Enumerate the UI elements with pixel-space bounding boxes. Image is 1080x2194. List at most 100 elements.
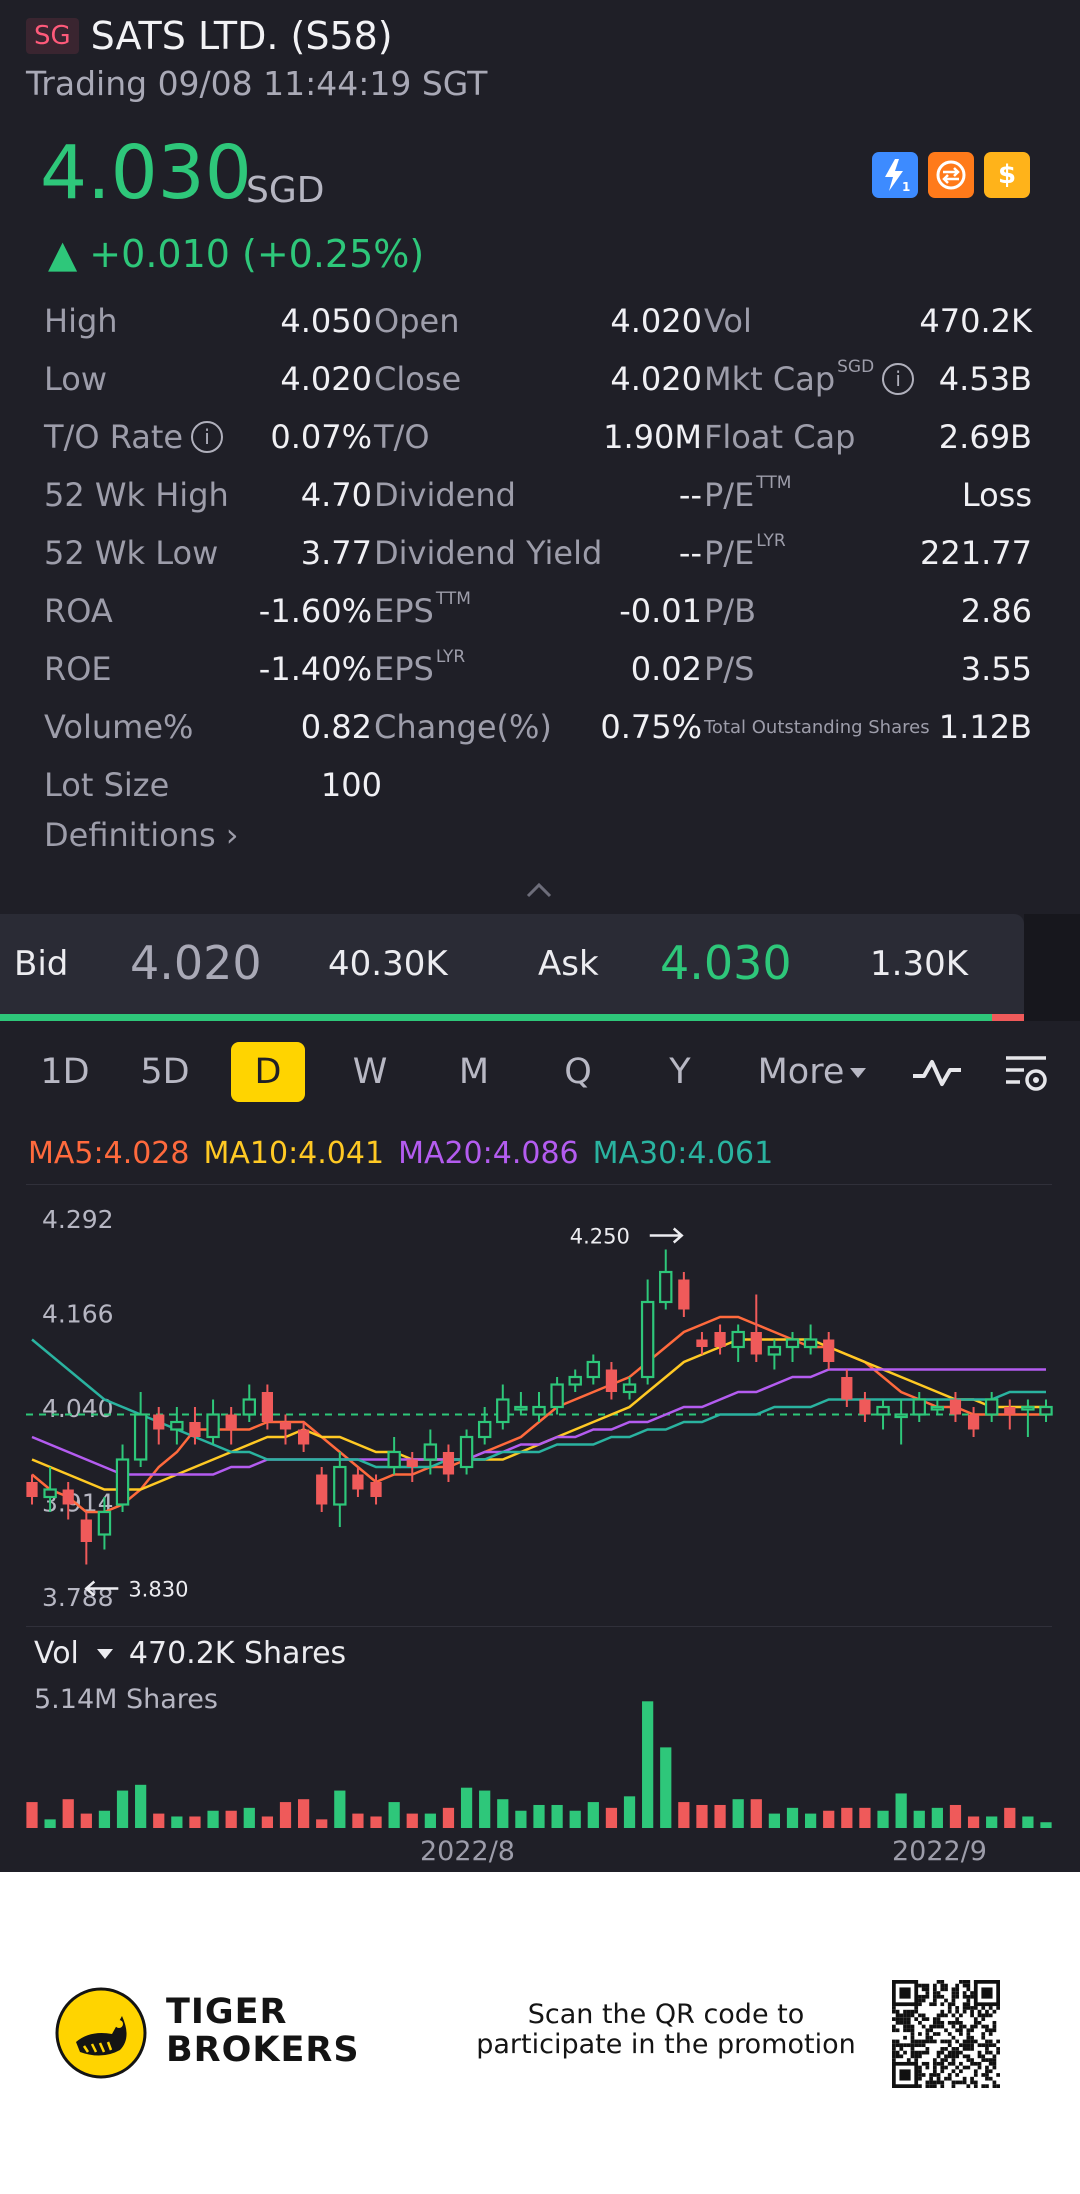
qr-module: [959, 2061, 963, 2066]
qr-module: [932, 2080, 937, 2085]
qr-module: [996, 2050, 1000, 2055]
candle-body: [803, 1338, 818, 1349]
qr-module: [988, 2058, 993, 2062]
info-icon[interactable]: i: [882, 363, 915, 395]
tab-more[interactable]: More: [752, 1042, 872, 1102]
qr-module: [895, 2013, 900, 2018]
stat-value: 4.020: [280, 360, 372, 398]
qr-module: [906, 2043, 911, 2048]
qr-module: [903, 2043, 907, 2048]
qr-module: [944, 1998, 948, 2003]
stat-value: 1.90M: [603, 418, 702, 456]
volume-bar: [515, 1810, 527, 1828]
qr-module: [962, 2043, 967, 2048]
qr-module: [955, 2080, 960, 2085]
qr-module: [921, 1987, 926, 1992]
candle-body: [750, 1332, 762, 1355]
qr-module: [981, 2024, 986, 2029]
qr-module: [977, 2061, 982, 2066]
qr-module: [921, 2050, 926, 2055]
swap-icon[interactable]: [928, 152, 974, 198]
qr-module: [992, 2028, 997, 2033]
qr-module: [966, 2039, 971, 2044]
stat-value: 4.020: [610, 360, 702, 398]
indicator-wave-icon[interactable]: [910, 1052, 964, 1092]
collapse-caret-icon[interactable]: [524, 880, 554, 900]
dollar-icon[interactable]: $: [984, 152, 1030, 198]
stat-label-text: P/E: [704, 534, 755, 572]
info-icon[interactable]: i: [191, 421, 224, 453]
qr-module: [936, 1994, 941, 1999]
qr-module: [918, 2013, 922, 2018]
qr-module: [918, 2020, 922, 2025]
volume-bar: [786, 1807, 799, 1828]
candle-body: [43, 1488, 57, 1499]
stat-value: 4.020: [610, 302, 702, 340]
qr-module: [936, 1991, 941, 1995]
tab-5d[interactable]: 5D: [130, 1042, 200, 1102]
qr-module: [940, 2039, 945, 2044]
volume-bar: [587, 1802, 599, 1828]
volume-selector[interactable]: Vol 470.2K Shares: [34, 1636, 346, 1671]
qr-module: [895, 2009, 900, 2014]
stat-label: Change(%): [374, 708, 552, 746]
qr-module: [988, 2032, 993, 2036]
chart-settings-icon[interactable]: [1002, 1050, 1052, 1096]
qr-code-icon[interactable]: [892, 1980, 1000, 2088]
candle-body: [568, 1375, 582, 1386]
volume-bar: [823, 1810, 835, 1828]
tab-q[interactable]: Q: [548, 1042, 608, 1102]
feature-badges: 1 $: [872, 152, 1030, 198]
qr-module: [910, 2043, 915, 2048]
volume-bar: [225, 1810, 237, 1828]
stat-value: 470.2K: [919, 302, 1032, 340]
volume-bar: [986, 1816, 998, 1828]
volume-bar: [261, 1816, 274, 1828]
tab-d[interactable]: D: [231, 1042, 305, 1102]
qr-module: [970, 2013, 974, 2018]
qr-module: [973, 2073, 978, 2077]
candle-body: [26, 1482, 38, 1497]
qr-module: [940, 2002, 945, 2007]
qr-module: [944, 2028, 948, 2033]
volume-bar: [116, 1790, 129, 1828]
ask-price: 4.030: [660, 936, 792, 990]
qr-module: [899, 2054, 904, 2059]
qr-module: [988, 2069, 993, 2074]
tab-m[interactable]: M: [444, 1042, 504, 1102]
ma-legend: MA5:4.028 MA10:4.041 MA20:4.086 MA30:4.061: [28, 1136, 773, 1171]
qr-module: [985, 2065, 989, 2070]
qr-module: [973, 2020, 978, 2025]
qr-module: [899, 2017, 904, 2021]
candlestick-chart[interactable]: 4.2924.1664.0403.9143.7884.2503.830: [0, 1188, 1080, 1836]
qr-module: [914, 2058, 919, 2062]
candle-body: [153, 1414, 165, 1430]
qr-module: [925, 2035, 930, 2040]
tab-1d[interactable]: 1D: [32, 1042, 98, 1102]
definitions-link[interactable]: Definitions ›: [44, 816, 239, 854]
qr-module: [925, 2039, 930, 2044]
qr-module: [959, 2013, 963, 2018]
qr-module: [992, 2024, 997, 2029]
tab-y[interactable]: Y: [650, 1042, 710, 1102]
volume-bar: [388, 1802, 400, 1828]
lightning-1-icon[interactable]: 1: [872, 152, 918, 198]
volume-bar: [1022, 1816, 1034, 1828]
qr-module: [910, 2050, 915, 2055]
candle-body: [696, 1339, 708, 1347]
volume-bar: [660, 1747, 672, 1828]
bid-label: Bid: [14, 944, 69, 984]
bid-quantity: 40.30K: [328, 944, 448, 984]
header: SG SATS LTD. (S58): [26, 14, 393, 58]
candle-body: [823, 1339, 835, 1362]
qr-module: [892, 2058, 896, 2062]
candle-body: [97, 1510, 112, 1536]
qr-module: [959, 2050, 963, 2055]
qr-module: [925, 1991, 930, 1995]
candle-body: [1004, 1407, 1016, 1415]
candle-body: [912, 1398, 926, 1416]
qr-module: [895, 2020, 900, 2025]
ask-label: Ask: [538, 944, 599, 984]
qr-module: [977, 2050, 982, 2055]
tab-w[interactable]: W: [340, 1042, 400, 1102]
